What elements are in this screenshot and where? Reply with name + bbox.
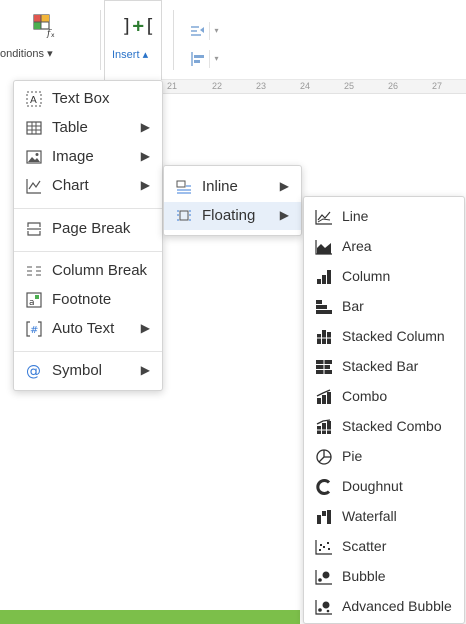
insert-menu: A Text Box Table ▶ Image ▶ Chart ▶ Page … <box>13 80 163 391</box>
ruler-tick: 26 <box>388 81 399 91</box>
menu-item-floating[interactable]: Floating ▶ <box>164 202 301 230</box>
menu-item-auto-text[interactable]: # Auto Text ▶ <box>14 315 162 343</box>
chart-type-bar[interactable]: Bar <box>304 292 464 322</box>
ruler-tick: 24 <box>300 81 311 91</box>
advanced-bubble-chart-icon <box>315 599 333 615</box>
conditions-label: onditions ▾ <box>0 48 53 60</box>
menu-item-page-break[interactable]: Page Break <box>14 215 162 243</box>
chart-type-area[interactable]: Area <box>304 232 464 262</box>
align-button[interactable]: ▾ <box>189 50 227 72</box>
conditions-button[interactable]: f x onditions ▾ <box>0 0 100 80</box>
submenu-arrow-icon: ▶ <box>140 363 150 377</box>
conditions-icon: f x <box>33 14 59 39</box>
auto-text-icon: # <box>26 321 42 337</box>
insert-icon: ]+[ <box>121 15 156 37</box>
svg-text:x: x <box>51 32 55 38</box>
svg-text:@: @ <box>26 363 41 379</box>
chart-type-stacked-bar[interactable]: Stacked Bar <box>304 352 464 382</box>
column-break-icon <box>26 263 42 279</box>
chart-type-advanced-bubble[interactable]: Advanced Bubble <box>304 592 464 622</box>
menu-item-image[interactable]: Image ▶ <box>14 143 162 171</box>
chevron-down-icon[interactable]: ▾ <box>209 22 223 40</box>
floating-icon <box>176 208 192 224</box>
toolbar-divider <box>100 10 101 70</box>
ruler-tick: 27 <box>432 81 443 91</box>
text-box-icon: A <box>26 91 42 107</box>
menu-item-text-box[interactable]: A Text Box <box>14 85 162 113</box>
menu-divider <box>14 208 162 209</box>
page-break-icon <box>26 221 42 237</box>
ruler-tick: 23 <box>256 81 267 91</box>
combo-chart-icon <box>315 389 333 405</box>
align-icon <box>189 50 207 68</box>
chevron-down-icon[interactable]: ▾ <box>209 50 223 68</box>
menu-item-column-break[interactable]: Column Break <box>14 257 162 285</box>
chart-type-stacked-column[interactable]: Stacked Column <box>304 322 464 352</box>
doughnut-chart-icon <box>315 479 333 495</box>
inline-icon <box>176 179 192 195</box>
line-chart-icon <box>315 209 333 225</box>
chart-type-bubble[interactable]: Bubble <box>304 562 464 592</box>
submenu-arrow-icon: ▶ <box>140 321 150 335</box>
submenu-arrow-icon: ▶ <box>140 149 150 163</box>
menu-divider <box>14 351 162 352</box>
menu-item-footnote[interactable]: a Footnote <box>14 286 162 314</box>
footnote-icon: a <box>26 292 42 308</box>
chart-type-waterfall[interactable]: Waterfall <box>304 502 464 532</box>
chart-type-line[interactable]: Line <box>304 202 464 232</box>
chart-icon <box>26 178 42 194</box>
submenu-arrow-icon: ▶ <box>279 208 289 222</box>
svg-text:a: a <box>29 298 35 308</box>
stacked-column-chart-icon <box>315 329 333 345</box>
chart-type-scatter[interactable]: Scatter <box>304 532 464 562</box>
ruler-tick: 25 <box>344 81 355 91</box>
waterfall-chart-icon <box>315 509 333 525</box>
ruler-tick: 21 <box>167 81 178 91</box>
menu-item-chart[interactable]: Chart ▶ <box>14 172 162 200</box>
menu-item-inline[interactable]: Inline ▶ <box>164 173 301 201</box>
text-wrap-button[interactable]: ▾ <box>189 22 227 44</box>
chart-type-stacked-combo[interactable]: Stacked Combo <box>304 412 464 442</box>
column-chart-icon <box>315 269 333 285</box>
menu-item-symbol[interactable]: @ Symbol ▶ <box>14 357 162 385</box>
menu-divider <box>14 251 162 252</box>
bubble-chart-icon <box>315 569 333 585</box>
bar-chart-icon <box>315 299 333 315</box>
menu-item-table[interactable]: Table ▶ <box>14 114 162 142</box>
stacked-bar-chart-icon <box>315 359 333 375</box>
text-wrap-icon <box>189 22 207 40</box>
table-icon <box>26 120 42 136</box>
image-icon <box>26 149 42 165</box>
toolbar: f x onditions ▾ ]+[ Insert ▴ ▾ ▾ <box>0 0 466 80</box>
svg-text:A: A <box>30 95 37 106</box>
at-symbol-icon: @ <box>26 362 42 380</box>
toolbar-divider <box>173 10 174 70</box>
area-chart-icon <box>315 239 333 255</box>
insert-label: Insert ▴ <box>112 49 149 61</box>
submenu-arrow-icon: ▶ <box>140 120 150 134</box>
chart-type-pie[interactable]: Pie <box>304 442 464 472</box>
pie-chart-icon <box>315 449 333 465</box>
chart-type-doughnut[interactable]: Doughnut <box>304 472 464 502</box>
submenu-arrow-icon: ▶ <box>140 178 150 192</box>
ruler: 21 22 23 24 25 26 27 <box>162 79 466 94</box>
chart-submenu: Inline ▶ Floating ▶ <box>163 165 302 236</box>
ruler-tick: 22 <box>212 81 223 91</box>
stacked-combo-chart-icon <box>315 419 333 435</box>
document-area-edge <box>0 610 300 624</box>
chart-type-combo[interactable]: Combo <box>304 382 464 412</box>
insert-button[interactable]: ]+[ Insert ▴ <box>104 0 162 80</box>
scatter-chart-icon <box>315 539 333 555</box>
submenu-arrow-icon: ▶ <box>279 179 289 193</box>
chart-types-submenu: Line Area Column Bar Stacked Column Stac… <box>303 196 465 624</box>
chart-type-column[interactable]: Column <box>304 262 464 292</box>
svg-text:#: # <box>30 325 38 336</box>
